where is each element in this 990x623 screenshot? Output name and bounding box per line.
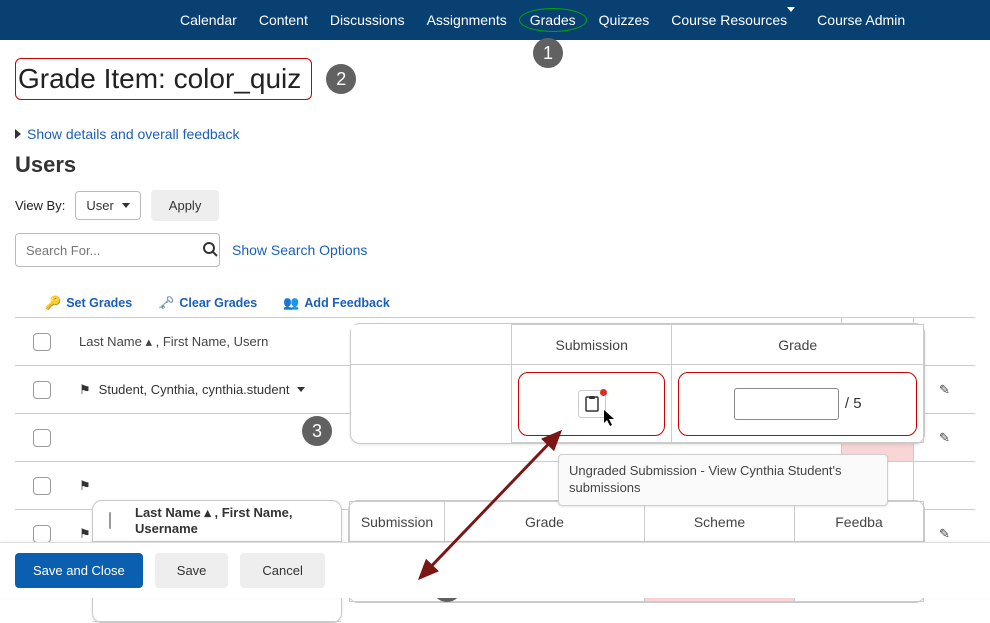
people-icon: 👥 <box>283 295 299 311</box>
page-title: Grade Item: color_quiz <box>15 58 312 100</box>
fragment-submission-grade: 3 Submission Grade <box>350 323 925 444</box>
footer-bar: Save and Close Save Cancel <box>0 542 990 598</box>
nav-course-admin[interactable]: Course Admin <box>817 12 905 28</box>
ungraded-submission-button[interactable] <box>578 390 606 418</box>
grade-out-of: / 5 <box>845 395 862 412</box>
frag3-col-scheme: Scheme <box>645 502 795 542</box>
key-icon: 🗝️ <box>158 295 174 311</box>
view-by-label: View By: <box>15 198 65 213</box>
clear-grades-action[interactable]: 🗝️Clear Grades <box>158 295 257 311</box>
key-icon: 🔑 <box>45 295 61 311</box>
annotation-badge-2: 2 <box>326 64 356 94</box>
flag-icon: ⚑ <box>79 526 91 542</box>
frag3-col-submission: Submission <box>350 502 445 542</box>
row-checkbox[interactable] <box>33 525 51 543</box>
frag1-col-submission: Submission <box>511 325 671 365</box>
cancel-button[interactable]: Cancel <box>240 553 324 588</box>
show-details-label: Show details and overall feedback <box>27 126 239 142</box>
nav-grades[interactable]: Grades <box>519 8 587 32</box>
red-dot-icon <box>600 389 607 396</box>
annotation-badge-3: 3 <box>302 416 332 446</box>
frag3-col-grade: Grade <box>445 502 645 542</box>
nav-content[interactable]: Content <box>259 12 308 28</box>
row-checkbox[interactable] <box>33 477 51 495</box>
chevron-down-icon <box>122 203 130 208</box>
grade-input[interactable] <box>734 388 839 420</box>
search-icon[interactable] <box>202 241 218 260</box>
select-all-checkbox[interactable] <box>109 512 111 529</box>
save-button[interactable]: Save <box>155 553 229 588</box>
select-all-checkbox[interactable] <box>33 333 51 351</box>
edit-feedback-icon[interactable]: ✎ <box>939 382 950 398</box>
add-feedback-action[interactable]: 👥Add Feedback <box>283 295 390 311</box>
show-search-options-link[interactable]: Show Search Options <box>232 242 367 258</box>
frag1-col-grade: Grade <box>672 325 924 365</box>
view-by-value: User <box>86 198 113 213</box>
row-checkbox[interactable] <box>33 429 51 447</box>
chevron-down-icon[interactable] <box>297 387 305 392</box>
apply-button[interactable]: Apply <box>151 190 220 221</box>
search-box[interactable] <box>15 233 220 267</box>
save-and-close-button[interactable]: Save and Close <box>15 553 143 588</box>
cursor-icon <box>603 409 617 430</box>
row-checkbox[interactable] <box>33 381 51 399</box>
frag2-header-name[interactable]: Last Name ▴ , First Name, Username <box>127 501 341 541</box>
edit-feedback-icon[interactable]: ✎ <box>939 526 950 542</box>
show-details-toggle[interactable]: Show details and overall feedback <box>15 126 239 142</box>
set-grades-action[interactable]: 🔑Set Grades <box>45 295 132 311</box>
frag3-col-feedback: Feedba <box>795 502 924 542</box>
nav-calendar[interactable]: Calendar <box>180 12 237 28</box>
chevron-down-icon <box>787 7 795 28</box>
users-heading: Users <box>15 152 975 178</box>
edit-feedback-icon[interactable]: ✎ <box>939 430 950 446</box>
flag-icon: ⚑ <box>79 382 91 398</box>
nav-course-resources[interactable]: Course Resources <box>671 12 795 28</box>
flag-icon: ⚑ <box>79 478 91 494</box>
submission-tooltip: Ungraded Submission - View Cynthia Stude… <box>558 454 888 506</box>
nav-quizzes[interactable]: Quizzes <box>599 12 650 28</box>
chevron-right-icon <box>15 129 21 139</box>
view-by-select[interactable]: User <box>75 191 140 220</box>
nav-assignments[interactable]: Assignments <box>427 12 507 28</box>
nav-discussions[interactable]: Discussions <box>330 12 405 28</box>
frag1-empty-corner <box>351 325 511 365</box>
top-navbar: Calendar Content Discussions Assignments… <box>0 0 990 40</box>
search-input[interactable] <box>26 243 202 258</box>
